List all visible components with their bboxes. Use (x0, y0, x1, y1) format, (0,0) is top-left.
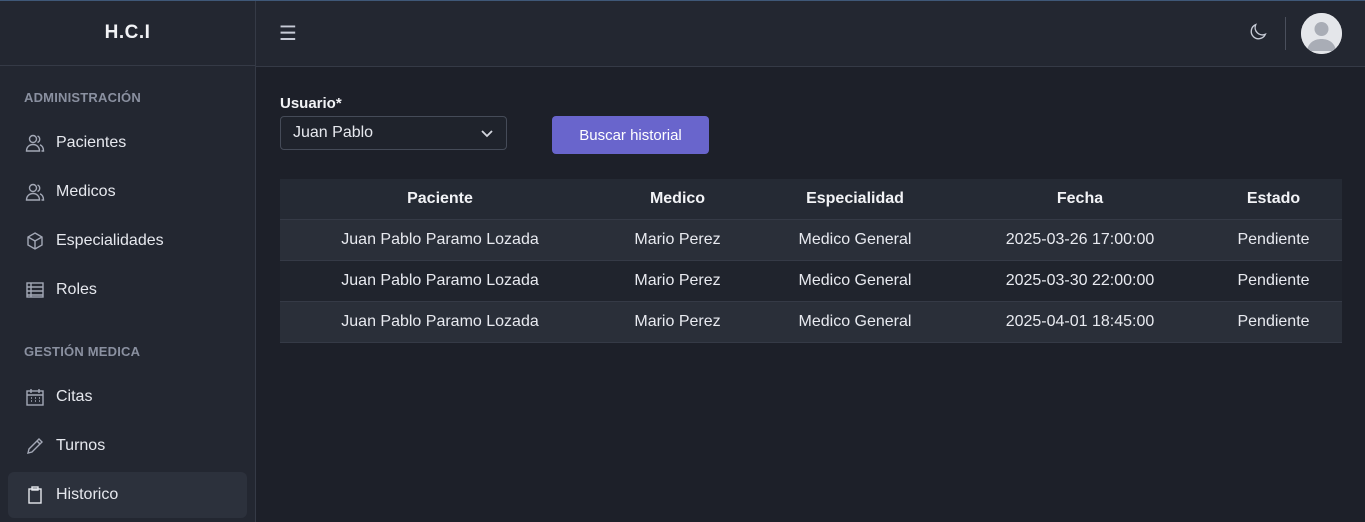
cell-especialidad: Medico General (798, 271, 912, 289)
column-header-fecha[interactable]: Fecha (955, 179, 1205, 219)
sidebar-item-label: Historico (56, 486, 119, 503)
user-field-label: Usuario* (280, 95, 342, 112)
column-header-medico[interactable]: Medico (600, 179, 755, 219)
sidebar-item-label: Medicos (56, 183, 116, 200)
topbar: ☰ (256, 1, 1365, 67)
cube-icon (24, 230, 46, 252)
cell-fecha: 2025-04-01 18:45:00 (1005, 312, 1155, 330)
moon-icon[interactable] (1247, 21, 1271, 45)
column-header-especialidad[interactable]: Especialidad (755, 179, 955, 219)
users-icon (24, 181, 46, 203)
column-header-estado[interactable]: Estado (1205, 179, 1342, 219)
cell-medico: Mario Perez (634, 312, 721, 330)
table-row[interactable]: Juan Pablo Paramo Lozada Mario Perez Med… (280, 260, 1342, 301)
sidebar: H.C.I ADMINISTRACIÓN Pacientes Medicos E… (0, 1, 256, 522)
app-root: H.C.I ADMINISTRACIÓN Pacientes Medicos E… (0, 0, 1365, 522)
cell-estado: Pendiente (1237, 312, 1310, 330)
sidebar-item-medicos[interactable]: Medicos (8, 169, 247, 215)
pencil-icon (24, 435, 46, 457)
column-header-paciente[interactable]: Paciente (280, 179, 600, 219)
clipboard-icon (24, 484, 46, 506)
calendar-icon (24, 386, 46, 408)
user-avatar-icon[interactable] (1301, 13, 1342, 54)
sidebar-item-label: Turnos (56, 437, 106, 454)
history-table: Paciente Medico Especialidad Fecha Estad… (280, 179, 1342, 343)
sidebar-item-pacientes[interactable]: Pacientes (8, 120, 247, 166)
cell-paciente: Juan Pablo Paramo Lozada (341, 230, 539, 248)
cell-medico: Mario Perez (634, 271, 721, 289)
chevron-down-icon (480, 126, 494, 140)
sidebar-item-turnos[interactable]: Turnos (8, 423, 247, 469)
table-row[interactable]: Juan Pablo Paramo Lozada Mario Perez Med… (280, 301, 1342, 342)
cell-especialidad: Medico General (798, 230, 912, 248)
cell-fecha: 2025-03-30 22:00:00 (1005, 271, 1155, 289)
sidebar-item-label: Citas (56, 388, 93, 405)
users-icon (24, 132, 46, 154)
list-icon (24, 279, 46, 301)
section-title-administracion: ADMINISTRACIÓN (24, 90, 141, 105)
search-history-button[interactable]: Buscar historial (552, 116, 709, 154)
cell-estado: Pendiente (1237, 271, 1310, 289)
user-select-value: Juan Pablo (293, 124, 374, 141)
cell-medico: Mario Perez (634, 230, 721, 248)
section-title-gestion-medica: GESTIÓN MEDICA (24, 344, 141, 359)
sidebar-item-historico[interactable]: Historico (8, 472, 247, 518)
cell-especialidad: Medico General (798, 312, 912, 330)
user-select[interactable]: Juan Pablo (280, 116, 507, 150)
brand-logo[interactable]: H.C.I (0, 1, 255, 66)
cell-estado: Pendiente (1237, 230, 1310, 248)
topbar-divider (1285, 17, 1286, 50)
hamburger-icon[interactable]: ☰ (279, 23, 297, 45)
cell-fecha: 2025-03-26 17:00:00 (1005, 230, 1155, 248)
sidebar-item-label: Pacientes (56, 134, 127, 151)
cell-paciente: Juan Pablo Paramo Lozada (341, 271, 539, 289)
table-row[interactable]: Juan Pablo Paramo Lozada Mario Perez Med… (280, 219, 1342, 260)
sidebar-item-label: Roles (56, 281, 97, 298)
table-header-row: Paciente Medico Especialidad Fecha Estad… (280, 179, 1342, 219)
cell-paciente: Juan Pablo Paramo Lozada (341, 312, 539, 330)
sidebar-item-citas[interactable]: Citas (8, 374, 247, 420)
sidebar-item-roles[interactable]: Roles (8, 267, 247, 313)
sidebar-item-label: Especialidades (56, 232, 164, 249)
sidebar-item-especialidades[interactable]: Especialidades (8, 218, 247, 264)
